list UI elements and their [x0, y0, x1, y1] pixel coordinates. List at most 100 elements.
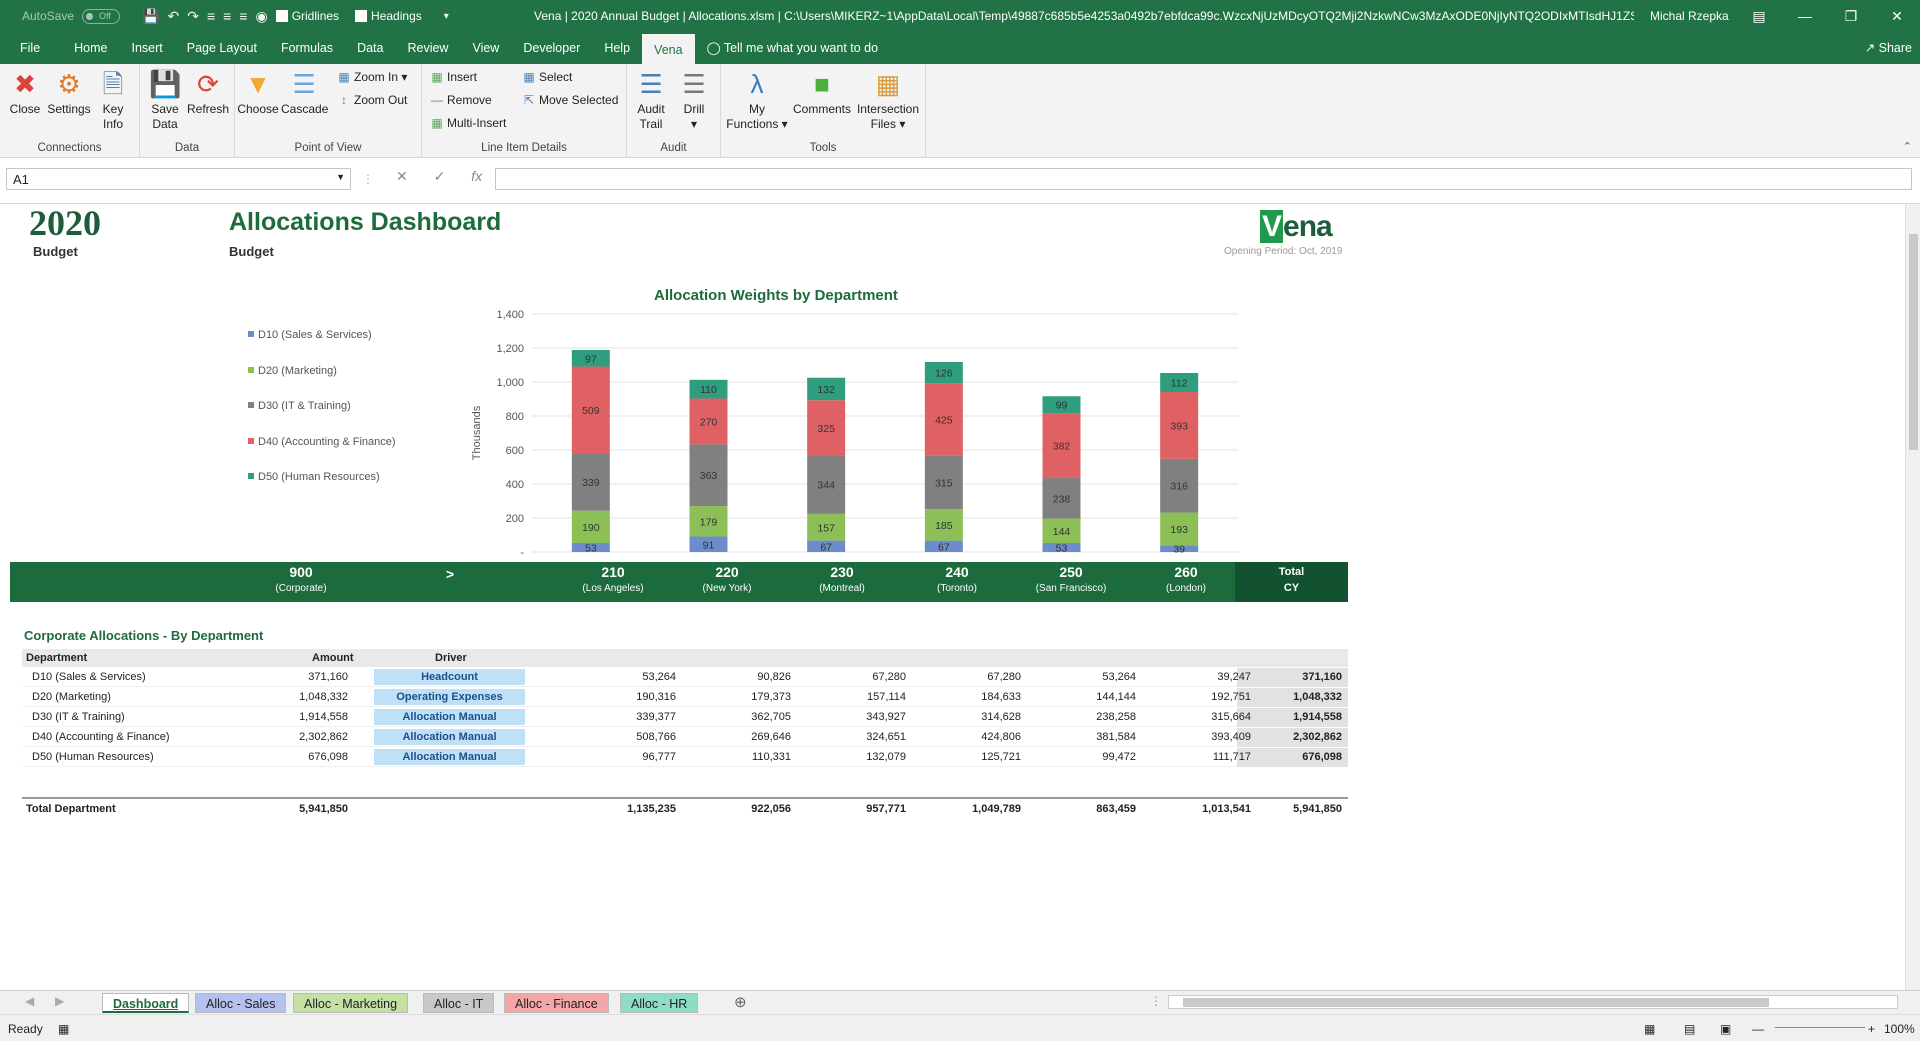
worksheet[interactable]: 2020 Budget Allocations Dashboard Budget…	[0, 204, 1905, 990]
vertical-scrollbar[interactable]	[1905, 204, 1920, 990]
amount-cell[interactable]: 2,302,862	[258, 731, 348, 743]
allocation-cell[interactable]: 53,264	[1046, 671, 1136, 683]
tab-file[interactable]: File	[0, 32, 62, 64]
align-center-icon[interactable]: ≡	[223, 8, 231, 24]
save-data-button[interactable]: 💾 Save Data	[146, 68, 184, 132]
zoom-out-button[interactable]: ↕ Zoom Out	[337, 93, 407, 107]
page-break-view-icon[interactable]: ▣	[1720, 1022, 1731, 1036]
close-button[interactable]: ✖ Close	[8, 68, 42, 117]
zoom-slider[interactable]	[1775, 1027, 1865, 1028]
restore-icon[interactable]: ❐	[1828, 0, 1874, 32]
allocation-cell[interactable]: 67,280	[931, 671, 1021, 683]
choose-button[interactable]: ▼ Choose	[237, 68, 279, 117]
total-cell[interactable]: 1,135,235	[586, 803, 676, 815]
intersection-files-button[interactable]: ▦ Intersection Files ▾	[855, 68, 921, 132]
tab-vena[interactable]: Vena	[642, 34, 695, 64]
allocation-cell[interactable]: 192,751	[1161, 691, 1251, 703]
sheet-tab[interactable]: Alloc - Finance	[504, 993, 609, 1013]
entity-column-header[interactable]: 240 (Toronto)	[902, 564, 1012, 594]
tab-view[interactable]: View	[460, 32, 511, 64]
share-button[interactable]: ↗ Share	[1865, 32, 1912, 64]
allocation-cell[interactable]: 314,628	[931, 711, 1021, 723]
entity-column-header[interactable]: 260 (London)	[1131, 564, 1241, 594]
zoom-level[interactable]: 100%	[1884, 1022, 1915, 1036]
formula-input[interactable]	[495, 168, 1912, 190]
zoom-in-slider-icon[interactable]: +	[1868, 1022, 1875, 1036]
key-info-button[interactable]: 🗎 Key Info	[96, 68, 130, 132]
remove-button[interactable]: — Remove	[430, 93, 492, 107]
close-window-icon[interactable]: ✕	[1874, 0, 1920, 32]
tab-splitter[interactable]: ⋮	[1150, 994, 1162, 1008]
allocation-cell[interactable]: 315,664	[1161, 711, 1251, 723]
horizontal-scroll-thumb[interactable]	[1183, 998, 1769, 1007]
driver-cell[interactable]: Operating Expenses	[374, 689, 525, 705]
sheet-tab[interactable]: Alloc - Marketing	[293, 993, 409, 1013]
allocation-cell[interactable]: 190,316	[586, 691, 676, 703]
comments-button[interactable]: ■ Comments	[791, 68, 853, 117]
zoom-out-slider-icon[interactable]: —	[1752, 1022, 1764, 1036]
entity-column-header[interactable]: 220 (New York)	[672, 564, 782, 594]
amount-cell[interactable]: 1,048,332	[258, 691, 348, 703]
save-icon[interactable]: 💾	[142, 8, 159, 25]
cascade-button[interactable]: ☰ Cascade	[281, 68, 328, 117]
tab-page-layout[interactable]: Page Layout	[175, 32, 269, 64]
tab-review[interactable]: Review	[395, 32, 460, 64]
redo-icon[interactable]: ↷	[187, 8, 199, 25]
allocation-cell[interactable]: 53,264	[586, 671, 676, 683]
function-icon[interactable]: fx	[471, 168, 482, 184]
page-layout-view-icon[interactable]: ▤	[1684, 1022, 1695, 1036]
allocation-cell[interactable]: 179,373	[701, 691, 791, 703]
allocation-cell[interactable]: 508,766	[586, 731, 676, 743]
allocation-cell[interactable]: 99,472	[1046, 751, 1136, 763]
prev-sheet-icon[interactable]: ◀	[25, 994, 34, 1008]
my-functions-button[interactable]: λ My Functions ▾	[725, 68, 789, 132]
gridlines-checkbox[interactable]: Gridlines	[275, 9, 339, 23]
sheet-tab[interactable]: Dashboard	[102, 993, 190, 1013]
zoom-in-button[interactable]: ▦ Zoom In ▾	[337, 70, 407, 84]
allocation-cell[interactable]: 362,705	[701, 711, 791, 723]
allocation-cell[interactable]: 393,409	[1161, 731, 1251, 743]
minimize-icon[interactable]: —	[1782, 0, 1828, 32]
department-cell[interactable]: D20 (Marketing)	[32, 691, 111, 703]
amount-cell[interactable]: 371,160	[258, 671, 348, 683]
undo-icon[interactable]: ↶	[167, 8, 179, 25]
camera-icon[interactable]: ◉	[255, 8, 267, 25]
driver-cell[interactable]: Allocation Manual	[374, 729, 525, 745]
move-selected-button[interactable]: ⇱ Move Selected	[522, 93, 618, 107]
total-cy-cell[interactable]: 371,160	[1252, 671, 1342, 683]
driver-cell[interactable]: Allocation Manual	[374, 749, 525, 765]
driver-cell[interactable]: Allocation Manual	[374, 709, 525, 725]
allocation-cell[interactable]: 110,331	[701, 751, 791, 763]
allocation-cell[interactable]: 339,377	[586, 711, 676, 723]
ribbon-display-icon[interactable]: ▤	[1736, 0, 1782, 32]
sheet-tab[interactable]: Alloc - HR	[620, 993, 699, 1013]
settings-button[interactable]: ⚙ Settings	[46, 68, 92, 117]
allocation-cell[interactable]: 324,651	[816, 731, 906, 743]
refresh-button[interactable]: ⟳ Refresh	[186, 68, 230, 117]
allocation-cell[interactable]: 67,280	[816, 671, 906, 683]
total-cy-cell[interactable]: 2,302,862	[1252, 731, 1342, 743]
audit-trail-button[interactable]: ☰ Audit Trail	[631, 68, 671, 132]
total-cell[interactable]: 957,771	[816, 803, 906, 815]
allocation-cell[interactable]: 90,826	[701, 671, 791, 683]
macro-record-icon[interactable]: ▦	[58, 1022, 69, 1036]
normal-view-icon[interactable]: ▦	[1644, 1022, 1655, 1036]
amount-cell[interactable]: 676,098	[258, 751, 348, 763]
allocation-cell[interactable]: 424,806	[931, 731, 1021, 743]
allocation-cell[interactable]: 184,633	[931, 691, 1021, 703]
name-box[interactable]: A1 ▼	[6, 168, 351, 190]
vertical-scroll-thumb[interactable]	[1909, 234, 1918, 450]
sheet-tab[interactable]: Alloc - Sales	[195, 993, 287, 1013]
allocation-cell[interactable]: 96,777	[586, 751, 676, 763]
entity-column-header[interactable]: 210 (Los Angeles)	[558, 564, 668, 594]
total-cell[interactable]: 863,459	[1046, 803, 1136, 815]
total-cy-cell[interactable]: 676,098	[1252, 751, 1342, 763]
align-right-icon[interactable]: ≡	[239, 8, 247, 24]
insert-button[interactable]: ▦ Insert	[430, 70, 477, 84]
add-sheet-icon[interactable]: ⊕	[734, 993, 747, 1011]
department-cell[interactable]: D30 (IT & Training)	[32, 711, 125, 723]
user-name[interactable]: Michal Rzepka	[1650, 0, 1729, 32]
allocation-cell[interactable]: 343,927	[816, 711, 906, 723]
headings-checkbox[interactable]: Headings	[355, 9, 422, 23]
corporate-entity[interactable]: 900 (Corporate)	[246, 564, 356, 594]
